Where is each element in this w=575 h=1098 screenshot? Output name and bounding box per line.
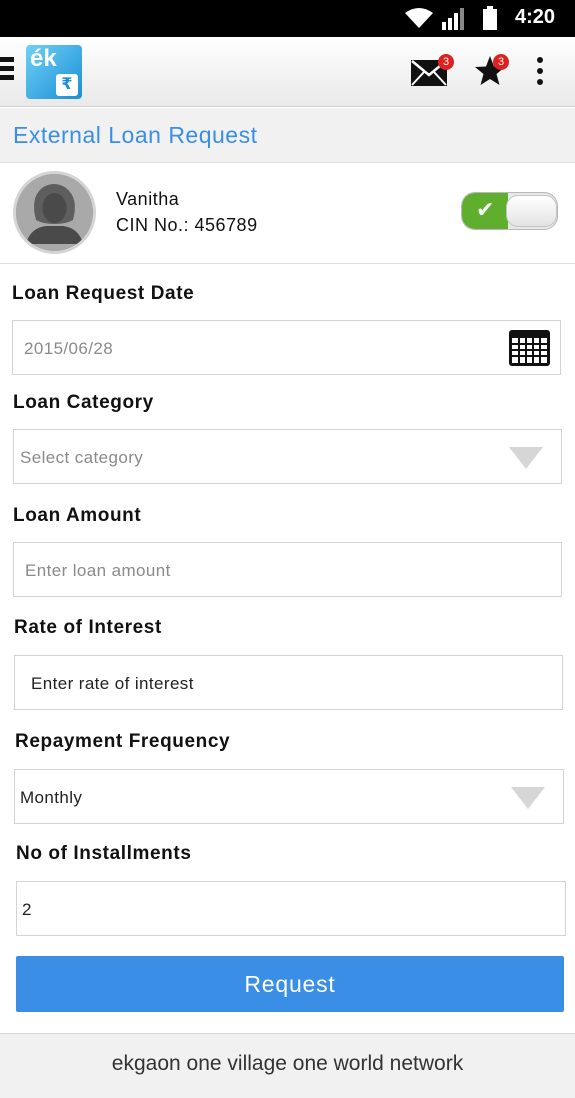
status-bar: 4:20 (0, 0, 575, 37)
loan-category-label: Loan Category (13, 392, 154, 413)
app-bar: ék ₹ 3 3 (0, 37, 575, 107)
user-silhouette-icon (16, 174, 93, 251)
loan-amount-placeholder: Enter loan amount (25, 561, 171, 580)
loan-request-date-field[interactable]: 2015/06/28 (12, 320, 561, 375)
loan-amount-input[interactable]: Enter loan amount (13, 542, 562, 597)
loan-category-select[interactable]: Select category (13, 429, 562, 484)
rate-of-interest-input[interactable]: Enter rate of interest (14, 655, 563, 710)
star-badge: 3 (493, 54, 509, 70)
calendar-icon[interactable] (508, 329, 551, 367)
footer: ekgaon one village one world network (0, 1033, 575, 1098)
footer-text: ekgaon one village one world network (111, 1052, 464, 1075)
avatar (13, 171, 96, 254)
active-toggle[interactable]: ✔ (461, 192, 558, 230)
page-header: External Loan Request (0, 108, 575, 163)
rate-of-interest-placeholder: Enter rate of interest (31, 674, 194, 693)
loan-category-placeholder: Select category (20, 448, 144, 467)
loan-request-date-label: Loan Request Date (12, 283, 195, 304)
repayment-frequency-label: Repayment Frequency (15, 731, 231, 752)
no-of-installments-value: 2 (22, 900, 32, 919)
battery-icon (483, 6, 497, 30)
wifi-icon (405, 8, 433, 28)
rate-of-interest-label: Rate of Interest (14, 617, 162, 638)
logo-text: ék (30, 45, 57, 72)
no-of-installments-label: No of Installments (16, 843, 192, 864)
menu-icon[interactable] (0, 57, 14, 83)
no-of-installments-input[interactable]: 2 (16, 881, 566, 936)
profile-section: Vanitha CIN No.: 456789 ✔ (0, 163, 575, 264)
repayment-frequency-value: Monthly (20, 788, 83, 807)
chevron-down-icon (509, 447, 543, 469)
status-time: 4:20 (514, 6, 555, 28)
cin-number: CIN No.: 456789 (116, 215, 258, 235)
overflow-menu-icon[interactable] (536, 57, 544, 87)
loan-amount-label: Loan Amount (13, 505, 142, 526)
user-name: Vanitha (116, 189, 180, 209)
app-logo: ék ₹ (26, 45, 82, 99)
chevron-down-icon (511, 787, 545, 809)
request-button[interactable]: Request (16, 956, 564, 1012)
check-icon: ✔ (476, 197, 495, 222)
rupee-icon: ₹ (56, 74, 78, 96)
toggle-knob[interactable] (506, 195, 557, 227)
page-title: External Loan Request (13, 122, 258, 148)
loan-request-date-value: 2015/06/28 (24, 339, 114, 358)
signal-icon (442, 8, 464, 30)
repayment-frequency-select[interactable]: Monthly (14, 769, 564, 824)
mail-badge: 3 (438, 54, 454, 70)
